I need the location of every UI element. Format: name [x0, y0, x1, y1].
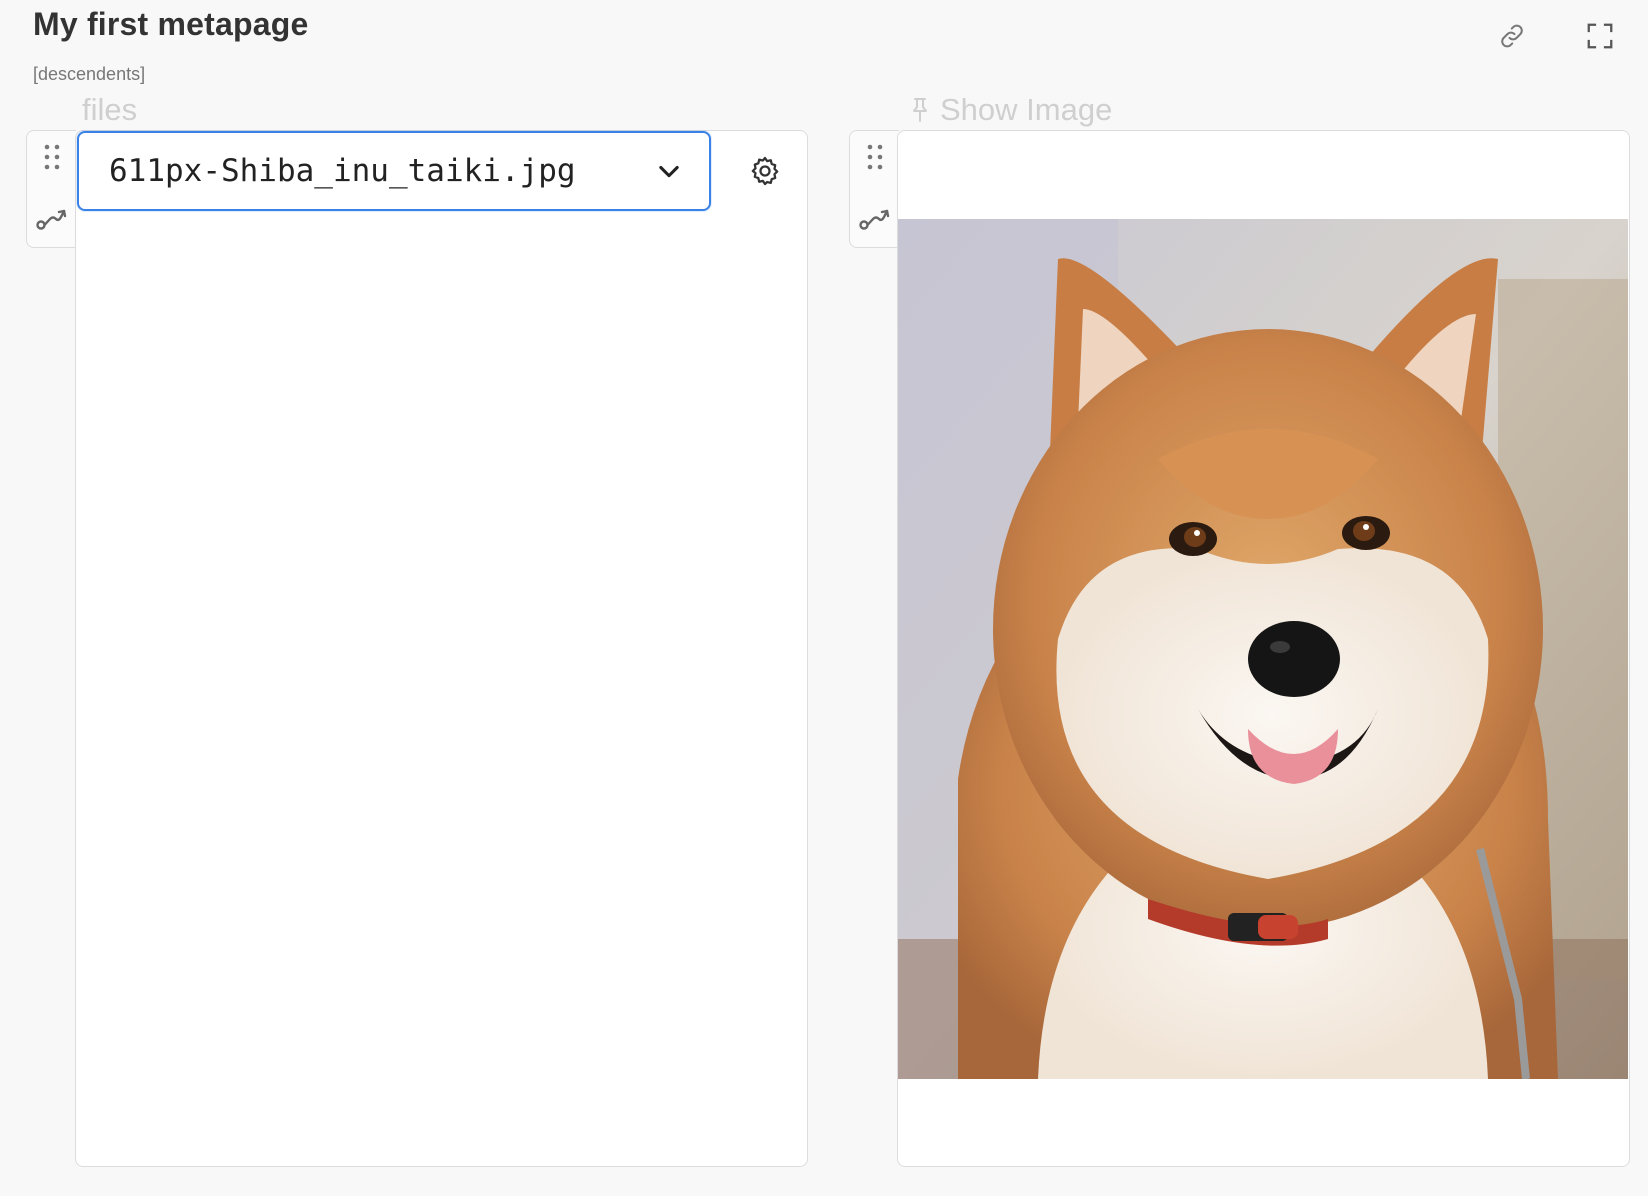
panel-side-rail	[26, 130, 76, 248]
panel-label-text: Show Image	[940, 92, 1113, 127]
connection-icon[interactable]	[857, 205, 893, 233]
panel-label-files: files	[82, 92, 137, 128]
file-select[interactable]: 611px-Shiba_inu_taiki.jpg	[77, 131, 711, 211]
page-title: My first metapage	[33, 6, 309, 42]
gear-icon[interactable]	[748, 154, 782, 188]
shiba-inu-image	[898, 219, 1628, 1079]
panel-side-rail	[849, 130, 899, 248]
connection-icon[interactable]	[34, 205, 70, 233]
file-select-value: 611px-Shiba_inu_taiki.jpg	[109, 153, 576, 189]
files-panel	[75, 130, 808, 1167]
panel-label-text: files	[82, 92, 138, 127]
pin-icon[interactable]	[910, 96, 930, 124]
panel-label-show-image: Show Image	[910, 92, 1112, 128]
link-icon[interactable]	[1494, 18, 1530, 54]
metapage: My first metapage [descendents] files 61…	[0, 0, 1648, 1196]
drag-handle-icon[interactable]	[38, 143, 66, 171]
fullscreen-icon[interactable]	[1582, 18, 1618, 54]
drag-handle-icon[interactable]	[861, 143, 889, 171]
page-subtitle: [descendents]	[33, 64, 146, 84]
chevron-down-icon	[655, 157, 683, 185]
